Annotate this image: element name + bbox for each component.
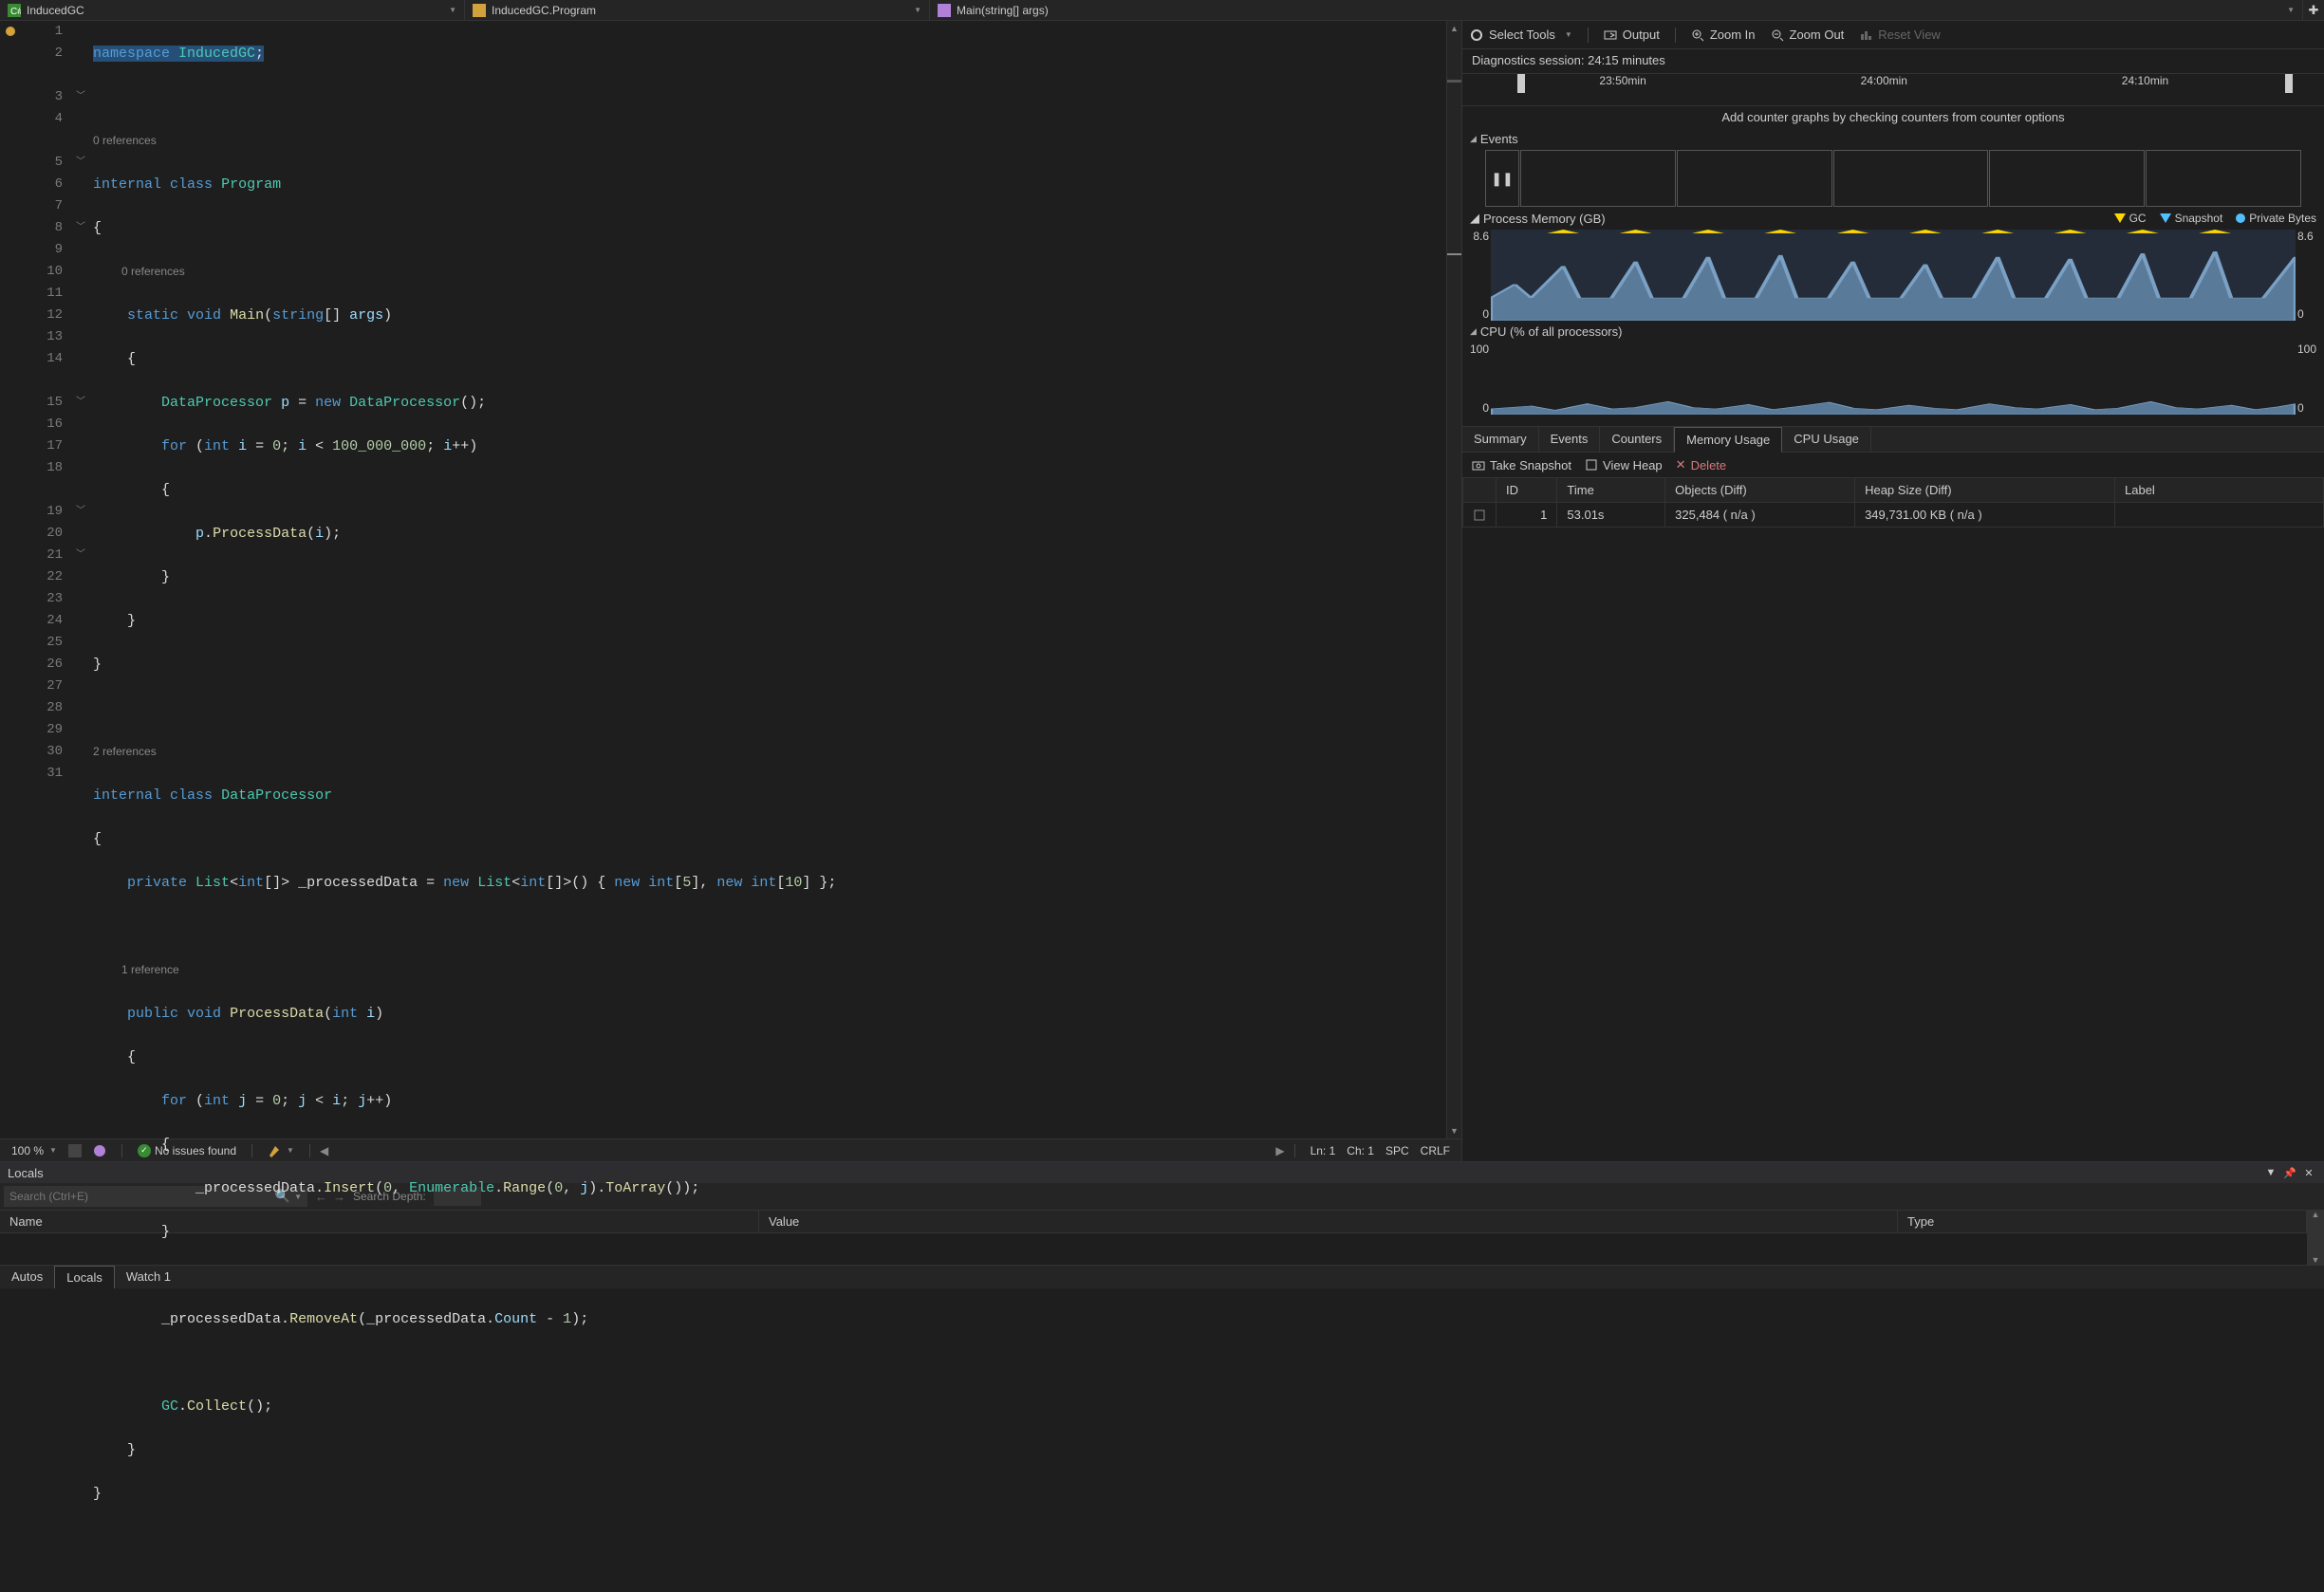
- scroll-down-icon[interactable]: ▼: [1447, 1123, 1461, 1138]
- gc-marker-icon: [2114, 213, 2126, 223]
- diag-session-label: Diagnostics session: 24:15 minutes: [1462, 49, 2324, 74]
- split-editor-button[interactable]: ✚: [2303, 0, 2324, 20]
- panel-close-icon[interactable]: ✕: [2301, 1165, 2316, 1180]
- col-id[interactable]: ID: [1497, 478, 1557, 503]
- cpu-section-header[interactable]: ◢CPU (% of all processors): [1462, 321, 2324, 342]
- snapshot-row[interactable]: 1 53.01s 325,484 ( n/a ) 349,731.00 KB (…: [1463, 503, 2324, 528]
- editor-margin: [0, 21, 21, 1138]
- nav-class-label: InducedGC.Program: [492, 4, 596, 17]
- cpu-graph[interactable]: 1000 1000: [1491, 342, 2296, 415]
- privbytes-marker-icon: [2236, 213, 2245, 223]
- class-icon: [473, 4, 486, 17]
- timeline-tick: 24:00min: [1861, 74, 1907, 87]
- codelens-processdata[interactable]: 1 reference: [93, 959, 1446, 981]
- zoom-out-button[interactable]: Zoom Out: [1771, 28, 1845, 42]
- reset-icon: [1859, 28, 1872, 42]
- col-heap[interactable]: Heap Size (Diff): [1855, 478, 2115, 503]
- heap-icon: [1585, 458, 1598, 472]
- reset-view-button: Reset View: [1859, 28, 1941, 42]
- tab-events[interactable]: Events: [1539, 427, 1601, 452]
- collapse-icon: ◢: [1470, 326, 1477, 337]
- panel-pin-icon[interactable]: 📌: [2282, 1165, 2297, 1180]
- counter-hint: Add counter graphs by checking counters …: [1462, 106, 2324, 128]
- select-tools-dropdown[interactable]: Select Tools▼: [1470, 28, 1572, 42]
- events-section-header[interactable]: ◢Events: [1462, 128, 2324, 150]
- collapse-icon: ◢: [1470, 211, 1479, 226]
- nav-method-dropdown[interactable]: Main(string[] args) ▼: [930, 0, 2303, 20]
- tab-summary[interactable]: Summary: [1462, 427, 1539, 452]
- gear-icon: [1470, 28, 1483, 42]
- tab-memory-usage[interactable]: Memory Usage: [1674, 427, 1782, 453]
- codelens-main[interactable]: 0 references: [93, 261, 1446, 283]
- col-time[interactable]: Time: [1557, 478, 1665, 503]
- memory-graph[interactable]: 8.60 8.60: [1491, 230, 2296, 321]
- nav-method-label: Main(string[] args): [957, 4, 1049, 17]
- fold-gutter[interactable]: ﹀ ﹀﹀ ﹀ ﹀﹀: [72, 21, 89, 1138]
- tab-autos[interactable]: Autos: [0, 1266, 54, 1288]
- snapshot-row-icon: [1473, 509, 1486, 522]
- timeline-handle-left[interactable]: [1517, 74, 1525, 93]
- mem-section-header[interactable]: ◢Process Memory (GB) GC Snapshot Private…: [1462, 207, 2324, 230]
- chevron-down-icon: ▼: [2287, 6, 2295, 14]
- zoom-in-button[interactable]: Zoom In: [1691, 28, 1756, 42]
- lightbulb-icon[interactable]: [4, 25, 21, 38]
- col-objects[interactable]: Objects (Diff): [1665, 478, 1855, 503]
- nav-file-label: InducedGC: [27, 4, 84, 17]
- locals-col-type[interactable]: Type: [1898, 1211, 2307, 1232]
- scroll-up-icon[interactable]: ▲: [1447, 21, 1461, 36]
- code-content[interactable]: namespace InducedGC; 0 references intern…: [89, 21, 1446, 1138]
- timeline-tick: 24:10min: [2122, 74, 2168, 87]
- snapshot-icon-col: [1463, 478, 1497, 503]
- locals-title: Locals: [8, 1166, 44, 1180]
- col-label[interactable]: Label: [2115, 478, 2324, 503]
- nav-class-dropdown[interactable]: InducedGC.Program ▼: [465, 0, 930, 20]
- tab-counters[interactable]: Counters: [1600, 427, 1674, 452]
- nav-file-dropdown[interactable]: C# InducedGC ▼: [0, 0, 465, 20]
- zoom-dropdown[interactable]: 100 %▼: [6, 1144, 63, 1157]
- delete-snapshot-button[interactable]: ✕Delete: [1676, 457, 1726, 472]
- camera-icon: [1472, 458, 1485, 472]
- error-list-icon[interactable]: [63, 1144, 87, 1157]
- memory-toolbar: Take Snapshot View Heap ✕Delete: [1462, 453, 2324, 477]
- editor-scrollbar[interactable]: ▲ ▼: [1446, 21, 1461, 1138]
- take-snapshot-button[interactable]: Take Snapshot: [1472, 458, 1571, 472]
- output-icon: [1604, 28, 1617, 42]
- events-graph[interactable]: ❚❚: [1485, 150, 2301, 207]
- snapshot-marker-icon: [2160, 213, 2171, 223]
- timeline-handle-right[interactable]: [2285, 74, 2293, 93]
- tab-cpu-usage[interactable]: CPU Usage: [1782, 427, 1871, 452]
- mem-legend: GC Snapshot Private Bytes: [2114, 212, 2316, 225]
- zoom-in-icon: [1691, 28, 1704, 42]
- zoom-out-icon: [1771, 28, 1784, 42]
- snapshot-table: ID Time Objects (Diff) Heap Size (Diff) …: [1462, 477, 2324, 528]
- output-button[interactable]: Output: [1604, 28, 1660, 42]
- pause-icon[interactable]: ❚❚: [1491, 171, 1513, 187]
- chevron-down-icon: ▼: [914, 6, 921, 14]
- diag-toolbar: Select Tools▼ Output Zoom In Zoom Out Re…: [1462, 21, 2324, 49]
- codelens-program[interactable]: 0 references: [93, 130, 1446, 152]
- diag-timeline[interactable]: 23:50min 24:00min 24:10min: [1462, 74, 2324, 106]
- view-heap-button[interactable]: View Heap: [1585, 458, 1663, 472]
- diag-tabs: Summary Events Counters Memory Usage CPU…: [1462, 426, 2324, 453]
- chevron-down-icon: ▼: [449, 6, 456, 14]
- method-icon: [938, 4, 951, 17]
- svg-text:C#: C#: [10, 7, 21, 17]
- line-gutter: 12 34 567891011121314 15161718 192021222…: [21, 21, 72, 1138]
- timeline-tick: 23:50min: [1599, 74, 1645, 87]
- locals-scrollbar[interactable]: ▲▼: [2307, 1210, 2324, 1265]
- codelens-dataprocessor[interactable]: 2 references: [93, 741, 1446, 763]
- collapse-icon: ◢: [1470, 134, 1477, 144]
- csharp-file-icon: C#: [8, 4, 21, 17]
- delete-icon: ✕: [1676, 457, 1686, 472]
- panel-dropdown-icon[interactable]: ▼: [2263, 1165, 2278, 1180]
